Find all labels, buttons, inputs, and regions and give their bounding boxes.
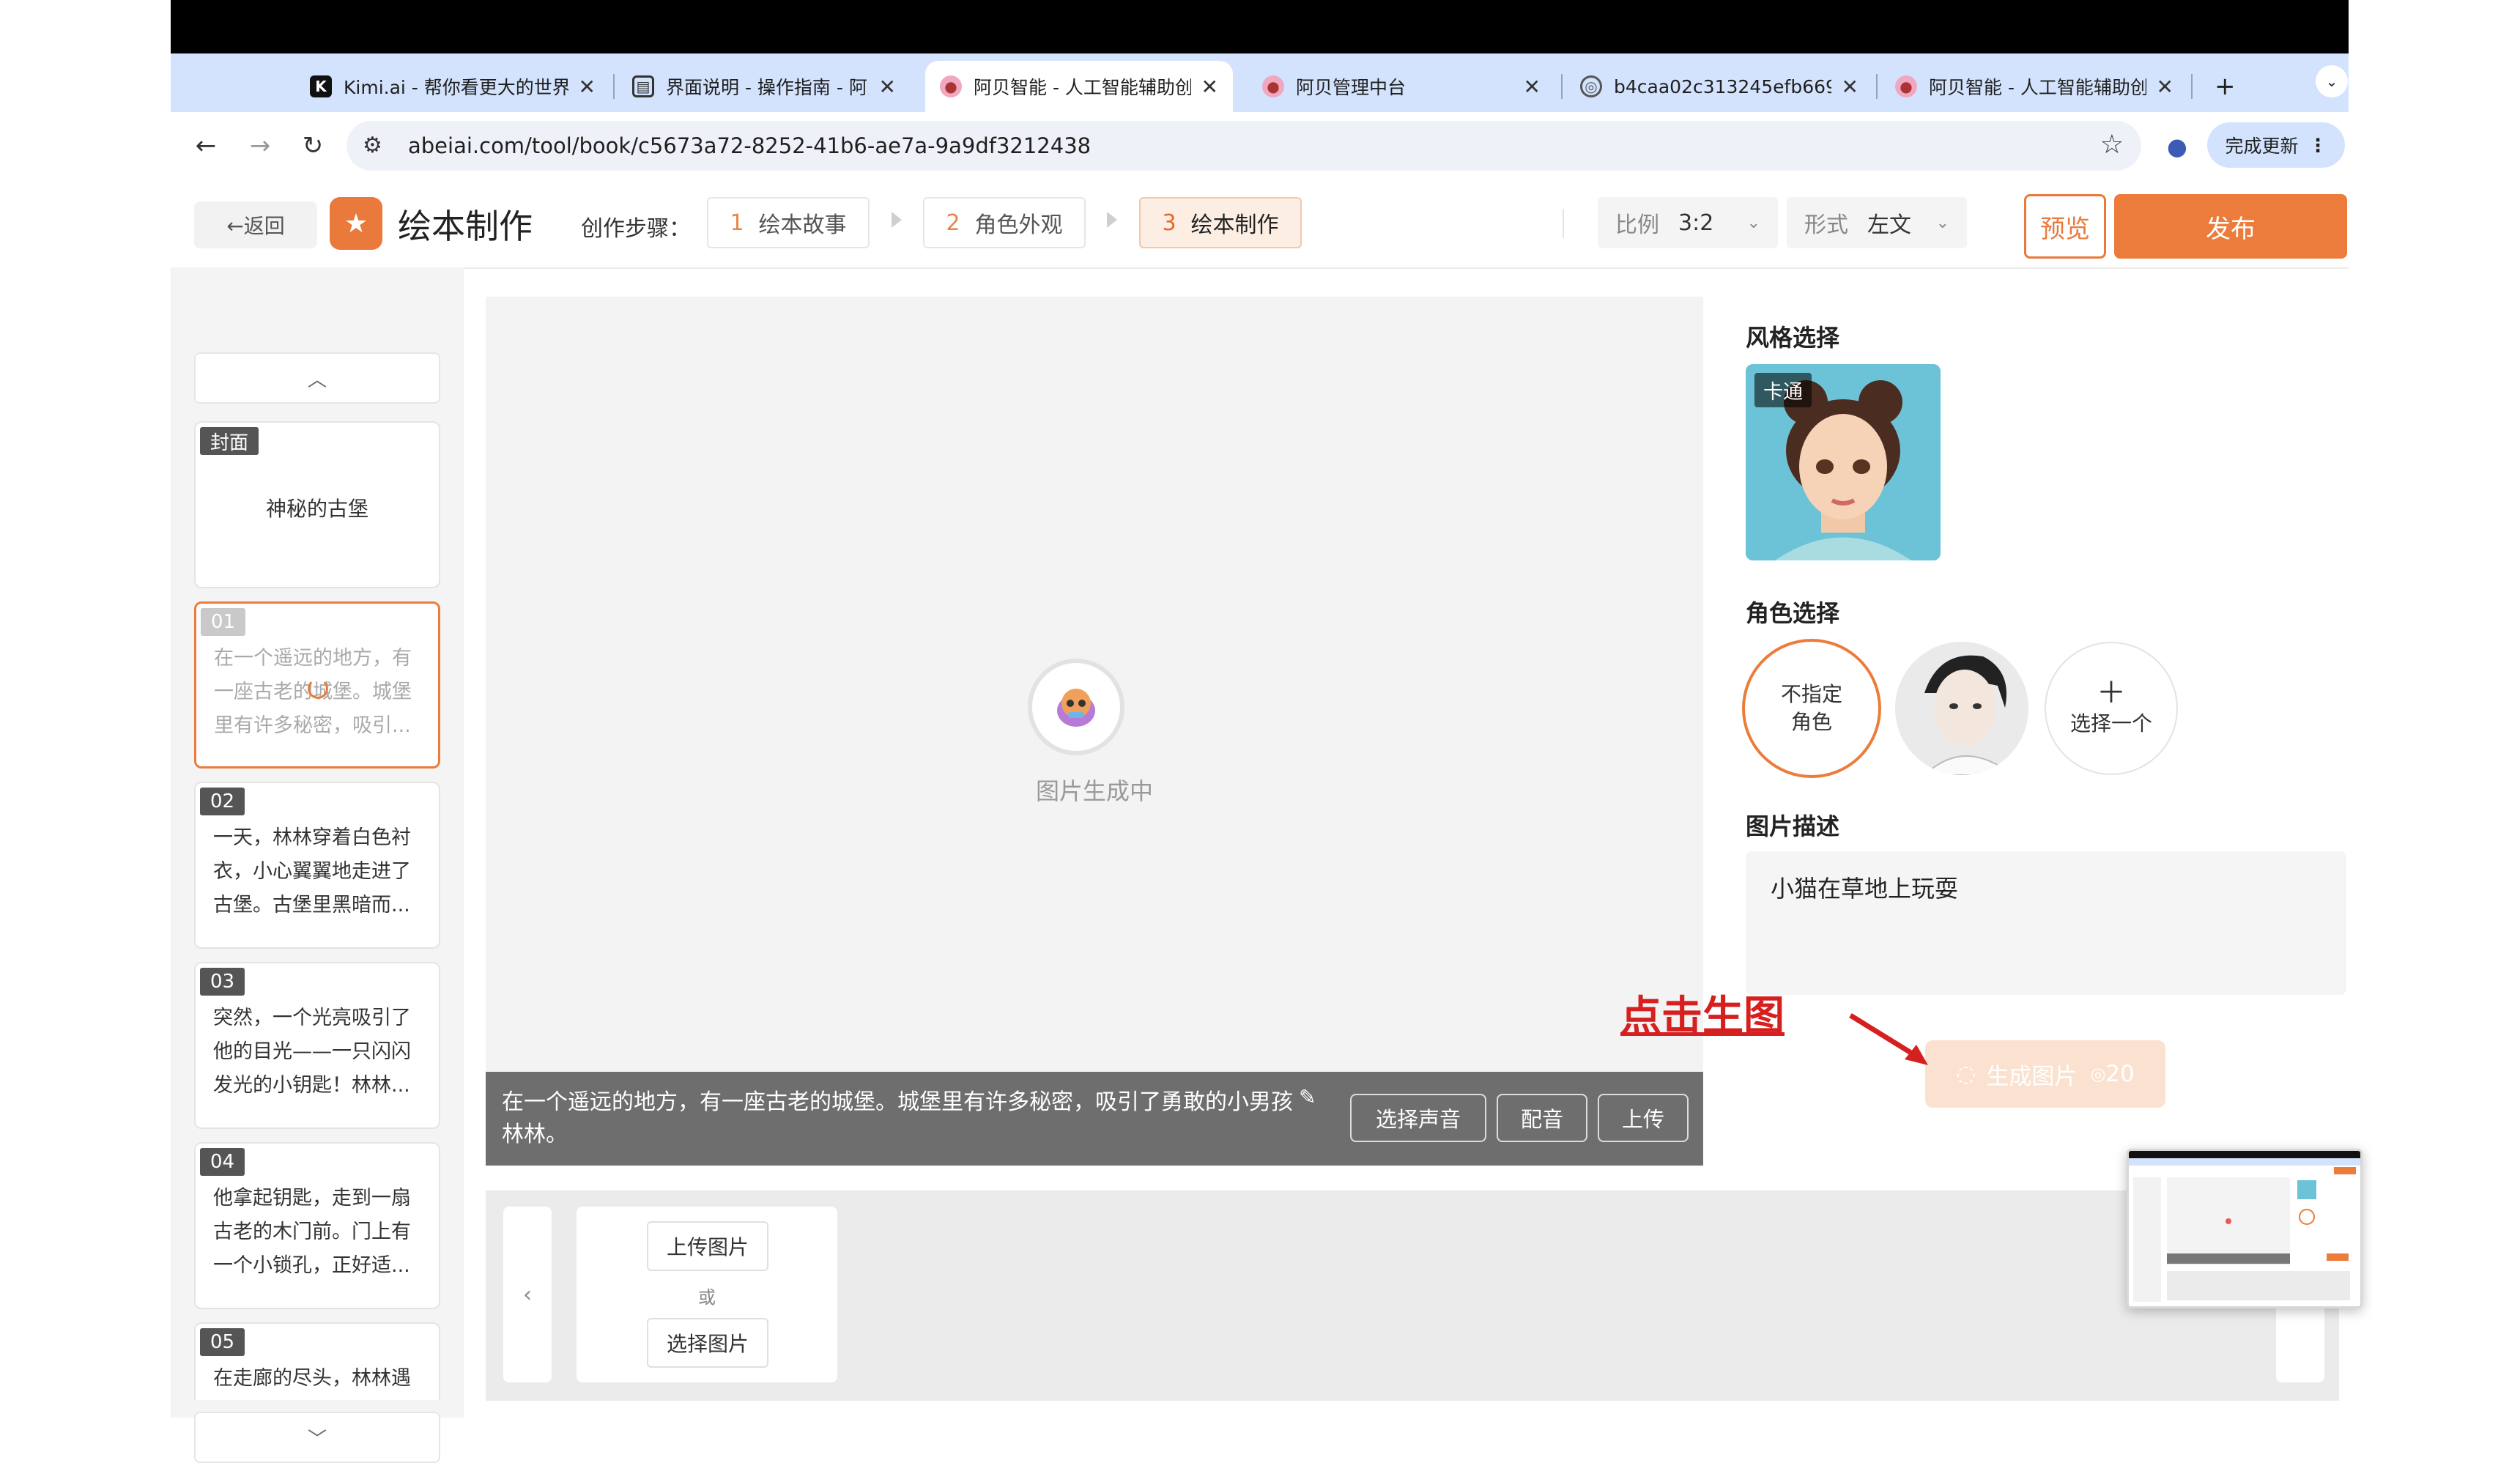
abei-favicon-icon: ● (1895, 75, 1917, 97)
step-production[interactable]: 3 绘本制作 (1139, 197, 1302, 248)
site-settings-icon[interactable]: ⚙ (363, 133, 382, 158)
annotation-arrow-icon (1849, 1013, 1928, 1065)
style-tag: 卡通 (1754, 373, 1812, 407)
upload-image-button[interactable]: 上传图片 (647, 1221, 768, 1271)
annotation-label: 点击生图 (1620, 993, 1785, 1040)
thumbnail-preview-image (2129, 1151, 2360, 1306)
step-arrow-icon (892, 212, 902, 228)
format-select[interactable]: 形式 左文 ⌄ (1787, 197, 1967, 248)
abei-favicon-icon: ● (1262, 75, 1284, 97)
tab-abei-admin[interactable]: ● 阿贝管理中台 ✕ (1248, 61, 1555, 112)
step-story[interactable]: 1 绘本故事 (707, 197, 870, 248)
desc-section-title: 图片描述 (1746, 812, 1840, 840)
upload-audio-button[interactable]: 上传 (1598, 1094, 1689, 1142)
page-card-04[interactable]: 04 他拿起钥匙，走到一扇古老的木门前。门上有一个小锁孔，正好适... (194, 1142, 440, 1309)
loading-mascot-icon (1028, 659, 1124, 755)
tab-b4caa[interactable]: ◎ b4caa02c313245efb669 ✕ (1565, 61, 1873, 112)
loading-spinner-icon (308, 678, 328, 699)
dub-button[interactable]: 配音 (1497, 1094, 1587, 1142)
image-strip: ‹ 上传图片 或 选择图片 › (486, 1190, 2339, 1401)
generate-image-button[interactable]: ◌ 生成图片 ◎ 20 (1925, 1040, 2165, 1108)
preview-button[interactable]: 预览 (2024, 194, 2106, 259)
back-arrow-icon[interactable]: ← (185, 125, 226, 166)
tab-abei-active[interactable]: ● 阿贝智能 - 人工智能辅助创 ✕ (925, 61, 1233, 112)
abei-favicon-icon: ● (940, 75, 962, 97)
role-boy-avatar[interactable] (1895, 642, 2028, 775)
image-description-input[interactable]: 小猫在草地上玩耍 (1746, 851, 2346, 995)
chevron-up-icon: ︿ (307, 368, 327, 391)
select-voice-button[interactable]: 选择声音 (1350, 1094, 1486, 1142)
style-section-title: 风格选择 (1746, 324, 1840, 352)
back-button[interactable]: ←返回 (194, 201, 317, 248)
url-omnibox[interactable]: ⚙ abeiai.com/tool/book/c5673a72-8252-41b… (346, 121, 2141, 171)
scroll-up-button[interactable]: ︿ (194, 352, 440, 404)
close-icon[interactable]: ✕ (1201, 75, 1218, 99)
tab-strip: K Kimi.ai - 帮你看更大的世界 ✕ ▤ 界面说明 - 操作指南 - 阿… (171, 53, 2349, 112)
cover-card[interactable]: 封面 神秘的古堡 (194, 421, 440, 588)
more-menu-icon: ⋮ (2308, 134, 2327, 156)
or-label: 或 (698, 1287, 716, 1308)
tab-abei-2[interactable]: ● 阿贝智能 - 人工智能辅助创 ✕ (1880, 61, 2188, 112)
close-icon[interactable]: ✕ (879, 75, 896, 99)
profile-avatar-icon[interactable]: ● (2157, 127, 2197, 166)
tab-kimi[interactable]: K Kimi.ai - 帮你看更大的世界 ✕ (295, 61, 610, 112)
caption-text[interactable]: 在一个遥远的地方，有一座古老的城堡。城堡里有许多秘密，吸引了勇敢的小男孩林林。 (502, 1086, 1293, 1151)
close-icon[interactable]: ✕ (1842, 75, 1858, 99)
tab-guide[interactable]: ▤ 界面说明 - 操作指南 - 阿贝 ✕ (618, 61, 911, 112)
publish-button[interactable]: 发布 (2114, 194, 2347, 259)
select-image-button[interactable]: 选择图片 (647, 1318, 768, 1368)
image-canvas: 图片生成中 (486, 297, 1703, 1166)
close-icon[interactable]: ✕ (579, 75, 596, 99)
globe-favicon-icon: ◎ (1580, 75, 1602, 97)
step-appearance[interactable]: 2 角色外观 (923, 197, 1086, 248)
edit-pencil-icon[interactable]: ✎ (1299, 1085, 1316, 1109)
forward-arrow-icon[interactable]: → (240, 125, 281, 166)
plus-icon: ＋ (2096, 676, 2126, 710)
page-title: 绘本制作 (398, 207, 533, 246)
page-list-sidebar: ︿ 封面 神秘的古堡 01 在一个遥远的地方，有一座古老的城堡。城堡里有许多秘密… (171, 267, 464, 1463)
steps-label: 创作步骤： (581, 216, 691, 242)
app-header: ←返回 ★ 绘本制作 创作步骤： 1 绘本故事 2 角色外观 3 绘本制作 比例… (171, 179, 2349, 269)
chevron-down-icon: ﹀ (307, 1428, 327, 1451)
page-card-03[interactable]: 03 突然，一个光亮吸引了他的目光——一只闪闪发光的小钥匙！林林... (194, 962, 440, 1129)
close-icon[interactable]: ✕ (1524, 75, 1541, 99)
app-logo-icon: ★ (330, 197, 382, 250)
upload-card: 上传图片 或 选择图片 (577, 1207, 837, 1382)
address-bar-row: ← → ↻ ⚙ abeiai.com/tool/book/c5673a72-82… (171, 112, 2349, 179)
screen-top-bar (171, 0, 2349, 53)
boy-portrait-image (1895, 642, 2028, 775)
chevron-down-icon: ⌄ (1935, 213, 1949, 232)
step-arrow-icon (1107, 212, 1117, 228)
cover-title: 神秘的古堡 (265, 497, 368, 521)
coin-icon: ◎ (2090, 1064, 2106, 1084)
role-none-option[interactable]: 不指定 角色 (1742, 639, 1881, 778)
role-section-title: 角色选择 (1746, 599, 1840, 627)
loading-spinner-icon: ◌ (1956, 1061, 1976, 1087)
kimi-favicon-icon: K (310, 75, 332, 97)
new-tab-button[interactable]: + (2200, 61, 2244, 112)
bookmark-star-icon[interactable]: ☆ (2100, 130, 2124, 160)
loading-text: 图片生成中 (1035, 777, 1153, 805)
ratio-select[interactable]: 比例 3:2 ⌄ (1598, 197, 1778, 248)
strip-prev-button[interactable]: ‹ (503, 1207, 552, 1382)
chevron-down-icon: ⌄ (1746, 213, 1760, 232)
reload-icon[interactable]: ↻ (292, 125, 333, 166)
role-add-option[interactable]: ＋选择一个 (2045, 642, 2178, 775)
page-card-01[interactable]: 01 在一个遥远的地方，有一座古老的城堡。城堡里有许多秘密，吸引... (194, 601, 440, 768)
scroll-down-button[interactable]: ﹀ (194, 1412, 440, 1463)
chevron-left-icon: ‹ (523, 1281, 532, 1308)
close-icon[interactable]: ✕ (2157, 75, 2174, 99)
screenshot-thumbnail[interactable] (2127, 1149, 2362, 1308)
caption-bar: 在一个遥远的地方，有一座古老的城堡。城堡里有许多秘密，吸引了勇敢的小男孩林林。 … (486, 1072, 1703, 1166)
page-card-02[interactable]: 02 一天，林林穿着白色衬衣，小心翼翼地走进了古堡。古堡里黑暗而... (194, 782, 440, 949)
style-thumbnail-cartoon[interactable]: 卡通 (1746, 364, 1941, 560)
page-card-05[interactable]: 05 在走廊的尽头，林林遇 (194, 1322, 440, 1400)
tab-search-chevron-icon[interactable]: ⌄ (2316, 65, 2348, 97)
browser-update-button[interactable]: 完成更新 ⋮ (2207, 122, 2345, 168)
doc-favicon-icon: ▤ (632, 75, 654, 97)
